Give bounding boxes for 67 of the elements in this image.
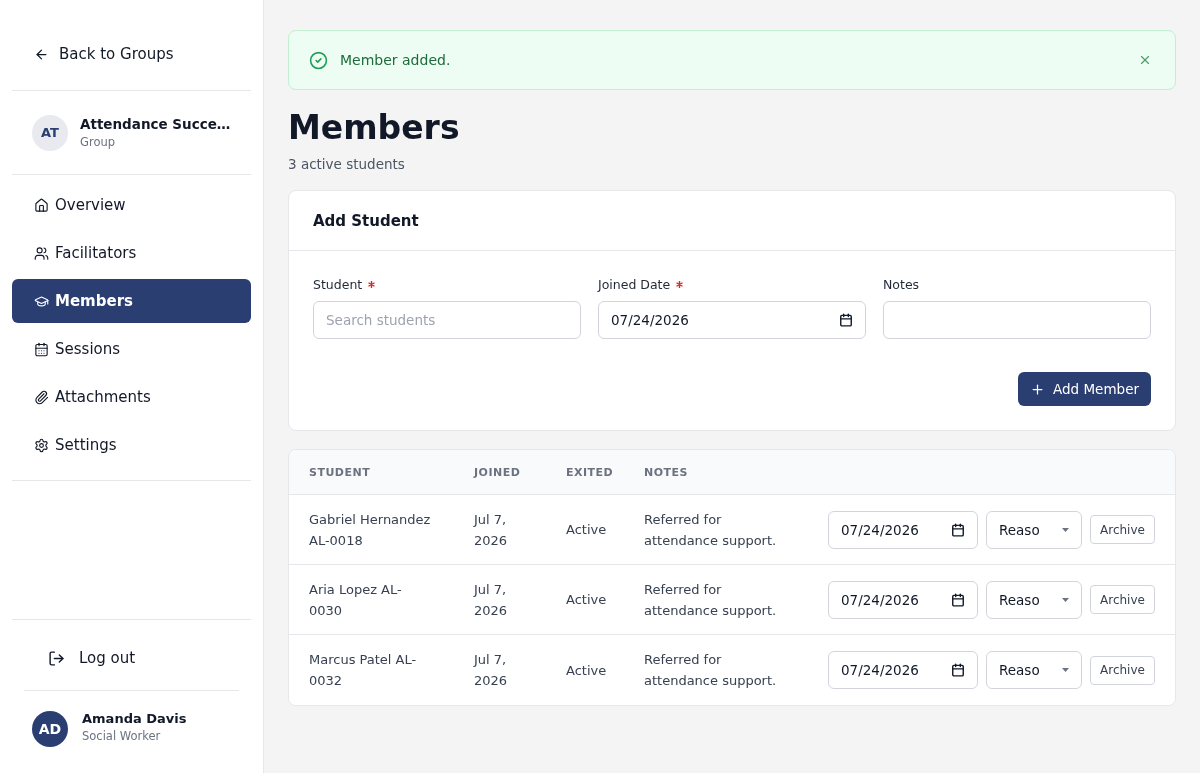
users-icon bbox=[34, 245, 49, 261]
table-cell-text: Aria Lopez AL-0030 bbox=[309, 580, 403, 620]
table-cell-text: Referred for attendance support. bbox=[644, 651, 778, 690]
nav-item[interactable]: Facilitators bbox=[12, 231, 251, 275]
check-circle-icon bbox=[309, 50, 328, 70]
date-field[interactable]: 07/24/2026 bbox=[828, 651, 978, 689]
input-field[interactable] bbox=[883, 301, 1151, 339]
user-role: Social Worker bbox=[82, 729, 162, 743]
table-cell-text: Jul 7, 2026 bbox=[474, 580, 509, 620]
paperclip-icon bbox=[34, 389, 49, 405]
column-header: STUDENT bbox=[309, 465, 371, 479]
caret-icon bbox=[1062, 668, 1069, 672]
table-cell-text: Referred for attendance support. bbox=[644, 510, 778, 550]
table-cell-text: Marcus Patel AL-0032 bbox=[309, 651, 418, 690]
back-link[interactable]: Back to Groups bbox=[12, 30, 251, 78]
card-title: Add Student bbox=[313, 211, 419, 230]
alert-message: Member added. bbox=[340, 52, 452, 68]
user-avatar: AD bbox=[32, 711, 68, 747]
logout-icon bbox=[48, 649, 65, 667]
group-name: Attendance Succe… bbox=[80, 116, 231, 132]
field-label: Notes bbox=[883, 276, 920, 292]
nav-item[interactable]: Members bbox=[12, 279, 251, 323]
user-name: Amanda Davis bbox=[82, 711, 187, 726]
reason-select[interactable]: Reaso bbox=[986, 651, 1082, 689]
table-cell-text: Active bbox=[566, 661, 607, 680]
table-cell-text: Jul 7, 2026 bbox=[474, 510, 509, 550]
group-type: Group bbox=[80, 135, 116, 149]
calendar-icon bbox=[34, 341, 49, 357]
field-label: Joined Date bbox=[598, 276, 671, 292]
table-cell-text: Active bbox=[566, 591, 607, 609]
home-icon bbox=[34, 197, 49, 213]
caret-icon bbox=[1062, 527, 1069, 532]
archive-button[interactable]: Archive bbox=[1090, 515, 1155, 544]
table-cell-text: Gabriel Hernandez AL-0018 bbox=[309, 510, 432, 550]
add-member-button[interactable]: Add Member bbox=[1018, 372, 1151, 406]
logout-button[interactable]: Log out bbox=[36, 640, 148, 676]
page-title: Members bbox=[288, 108, 460, 148]
archive-button[interactable]: Archive bbox=[1090, 655, 1155, 685]
group-avatar: AT bbox=[32, 114, 68, 151]
archive-button[interactable]: Archive bbox=[1090, 585, 1155, 614]
column-header: NOTES bbox=[644, 465, 688, 479]
field-label: Student bbox=[313, 276, 363, 292]
table-cell-text: Jul 7, 2026 bbox=[474, 651, 509, 690]
calendar-icon bbox=[839, 313, 853, 327]
reason-select[interactable]: Reaso bbox=[986, 580, 1082, 619]
caret-icon bbox=[1062, 597, 1069, 602]
calendar-icon bbox=[951, 522, 965, 537]
date-field[interactable]: 07/24/2026 bbox=[598, 301, 866, 339]
reason-select[interactable]: Reaso bbox=[986, 510, 1082, 549]
input-field[interactable]: Search students bbox=[313, 301, 581, 339]
nav-item[interactable]: Attachments bbox=[12, 375, 251, 419]
close-icon bbox=[1138, 53, 1152, 67]
nav-item[interactable]: Overview bbox=[12, 183, 251, 227]
gear-icon bbox=[34, 437, 49, 453]
date-field[interactable]: 07/24/2026 bbox=[828, 510, 978, 549]
page-subtitle: 3 active students bbox=[288, 155, 405, 174]
graduation-cap-icon bbox=[34, 293, 49, 309]
table-cell-text: Referred for attendance support. bbox=[644, 580, 778, 620]
nav-item[interactable]: Settings bbox=[12, 423, 251, 467]
column-header: EXITED bbox=[566, 465, 614, 479]
calendar-icon bbox=[951, 592, 965, 607]
calendar-icon bbox=[951, 663, 965, 677]
date-field[interactable]: 07/24/2026 bbox=[828, 580, 978, 619]
nav-item[interactable]: Sessions bbox=[12, 327, 251, 371]
table-cell-text: Active bbox=[566, 521, 607, 539]
column-header: JOINED bbox=[474, 465, 521, 479]
plus-icon bbox=[1030, 381, 1046, 397]
